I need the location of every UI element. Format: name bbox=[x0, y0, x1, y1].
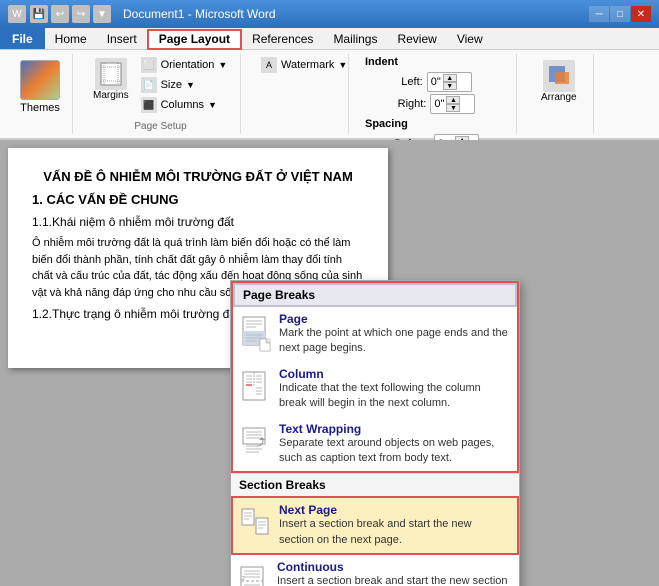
orientation-button[interactable]: ⬜ Orientation ▼ bbox=[137, 56, 232, 74]
menu-references[interactable]: References bbox=[242, 28, 323, 49]
section-break-continuous-title: Continuous bbox=[277, 560, 511, 574]
section-breaks-header: Section Breaks bbox=[231, 473, 519, 496]
indent-left-down[interactable]: ▼ bbox=[443, 82, 457, 90]
margins-label: Margins bbox=[93, 90, 129, 101]
size-button[interactable]: 📄 Size ▼ bbox=[137, 76, 232, 94]
section-break-nextpage-text: Next Page Insert a section break and sta… bbox=[279, 503, 509, 548]
menu-insert[interactable]: Insert bbox=[97, 28, 147, 49]
save-icon[interactable]: 💾 bbox=[30, 5, 48, 23]
arrange-button[interactable]: Arrange bbox=[533, 56, 585, 107]
page-breaks-header: Page Breaks bbox=[233, 283, 517, 307]
themes-icon bbox=[20, 60, 60, 100]
ribbon-small-buttons: ⬜ Orientation ▼ 📄 Size ▼ ⬛ Columns ▼ bbox=[137, 56, 232, 114]
indent-spacing-group: Indent Left: 0" ▲ ▼ Right: 0" ▲ ▼ bbox=[357, 54, 517, 134]
title-text: Document1 - Microsoft Word bbox=[123, 7, 276, 21]
themes-label: Themes bbox=[20, 102, 60, 114]
columns-button[interactable]: ⬛ Columns ▼ bbox=[137, 96, 232, 114]
continuous-icon: 2 bbox=[239, 565, 269, 586]
indent-label: Indent bbox=[365, 56, 398, 68]
page-break-textwrap-text: Text Wrapping Separate text around objec… bbox=[279, 422, 509, 467]
page-break-textwrap-desc: Separate text around objects on web page… bbox=[279, 436, 509, 467]
page-break-textwrap-item[interactable]: Text Wrapping Separate text around objec… bbox=[233, 417, 517, 472]
margins-icon bbox=[95, 58, 127, 90]
section-break-nextpage-title: Next Page bbox=[279, 503, 509, 517]
window-controls: ─ □ ✕ bbox=[589, 6, 651, 22]
ribbon: Themes Margins bbox=[0, 50, 659, 140]
page-break-page-title: Page bbox=[279, 312, 509, 326]
undo-icon[interactable]: ↩ bbox=[51, 5, 69, 23]
menu-page-layout[interactable]: Page Layout bbox=[147, 29, 242, 50]
menu-home[interactable]: Home bbox=[45, 28, 97, 49]
section-break-nextpage-item[interactable]: Next Page Insert a section break and sta… bbox=[231, 496, 519, 555]
indent-left-up[interactable]: ▲ bbox=[443, 74, 457, 82]
orientation-icon: ⬜ bbox=[141, 57, 157, 73]
menu-review[interactable]: Review bbox=[387, 28, 446, 49]
nextpage-icon bbox=[241, 508, 271, 544]
watermark-button[interactable]: A Watermark ▼ bbox=[257, 56, 351, 74]
svg-text:2: 2 bbox=[242, 576, 245, 582]
more-icon[interactable]: ▼ bbox=[93, 5, 111, 23]
themes-button[interactable]: Themes bbox=[16, 56, 64, 118]
page-break-page-text: Page Mark the point at which one page en… bbox=[279, 312, 509, 357]
section-break-continuous-item[interactable]: 2 Continuous Insert a section break and … bbox=[231, 555, 519, 586]
page-icon bbox=[241, 316, 271, 352]
doc-para1: 1.1.Khái niệm ô nhiễm môi trường đất bbox=[32, 213, 364, 231]
size-icon: 📄 bbox=[141, 77, 157, 93]
title-bar: W 💾 ↩ ↪ ▼ Document1 - Microsoft Word ─ □… bbox=[0, 0, 659, 28]
word-icon: W bbox=[8, 5, 26, 23]
arrange-group: Arrange bbox=[525, 54, 594, 134]
textwrap-icon bbox=[241, 426, 271, 462]
quick-access-toolbar: 💾 ↩ ↪ ▼ bbox=[30, 5, 111, 23]
section-break-nextpage-desc: Insert a section break and start the new… bbox=[279, 517, 509, 548]
menu-bar: File Home Insert Page Layout References … bbox=[0, 28, 659, 50]
page-break-page-desc: Mark the point at which one page ends an… bbox=[279, 326, 509, 357]
arrange-label: Arrange bbox=[541, 92, 577, 103]
page-breaks-dropdown: Page Breaks Page bbox=[230, 280, 520, 586]
page-setup-label: Page Setup bbox=[134, 121, 186, 132]
page-break-column-desc: Indicate that the text following the col… bbox=[279, 381, 509, 412]
doc-section1: 1. CÁC VẤN ĐỀ CHUNG bbox=[32, 192, 364, 207]
page-break-page-item[interactable]: Page Mark the point at which one page en… bbox=[233, 307, 517, 362]
page-break-column-title: Column bbox=[279, 367, 509, 381]
doc-title: VẤN ĐỀ Ô NHIỄM MÔI TRƯỜNG ĐẤT Ở VIỆT NAM bbox=[32, 168, 364, 184]
arrange-icon bbox=[543, 60, 575, 92]
page-break-column-text: Column Indicate that the text following … bbox=[279, 367, 509, 412]
page-break-textwrap-title: Text Wrapping bbox=[279, 422, 509, 436]
page-background-group: A Watermark ▼ bbox=[249, 54, 349, 134]
themes-group: Themes bbox=[8, 54, 73, 134]
title-bar-left: W 💾 ↩ ↪ ▼ Document1 - Microsoft Word bbox=[8, 5, 276, 23]
maximize-button[interactable]: □ bbox=[610, 6, 630, 22]
section-break-continuous-text: Continuous Insert a section break and st… bbox=[277, 560, 511, 586]
spacing-label: Spacing bbox=[365, 118, 408, 130]
indent-right-down[interactable]: ▼ bbox=[446, 104, 460, 112]
menu-view[interactable]: View bbox=[447, 28, 493, 49]
menu-mailings[interactable]: Mailings bbox=[323, 28, 387, 49]
column-icon bbox=[241, 371, 271, 407]
close-button[interactable]: ✕ bbox=[631, 6, 651, 22]
indent-right-up[interactable]: ▲ bbox=[446, 96, 460, 104]
redo-icon[interactable]: ↪ bbox=[72, 5, 90, 23]
section-break-continuous-desc: Insert a section break and start the new… bbox=[277, 574, 511, 586]
page-break-column-item[interactable]: Column Indicate that the text following … bbox=[233, 362, 517, 417]
minimize-button[interactable]: ─ bbox=[589, 6, 609, 22]
menu-file[interactable]: File bbox=[0, 28, 45, 49]
margins-button[interactable]: Margins bbox=[89, 56, 133, 103]
watermark-icon: A bbox=[261, 57, 277, 73]
columns-icon: ⬛ bbox=[141, 97, 157, 113]
page-setup-group: Margins ⬜ Orientation ▼ 📄 Size ▼ ⬛ Colum… bbox=[81, 54, 241, 134]
